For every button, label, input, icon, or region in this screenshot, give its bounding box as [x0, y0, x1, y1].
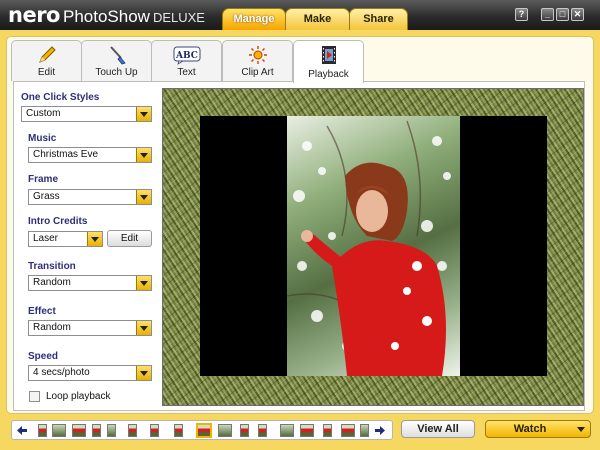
- product-name: PhotoShow: [62, 7, 150, 26]
- tool-tab-clip-art[interactable]: Clip Art: [222, 40, 293, 81]
- edition-name: DELUXE: [152, 10, 205, 25]
- preview-photo: [287, 116, 460, 376]
- one-click-styles-value: Custom: [26, 108, 61, 119]
- intro-credits-label: Intro Credits: [28, 216, 88, 227]
- transition-label: Transition: [28, 261, 76, 272]
- filmstrip-thumbnail[interactable]: [38, 424, 47, 437]
- arrow-right-icon[interactable]: [374, 424, 386, 437]
- app-logo: nero PhotoShow DELUXE: [8, 3, 205, 27]
- intro-credits-value: Laser: [33, 233, 59, 244]
- tool-tab-edit[interactable]: Edit: [11, 40, 82, 81]
- loop-playback-label: Loop playback: [46, 391, 111, 402]
- watch-button[interactable]: Watch: [485, 420, 591, 438]
- close-button[interactable]: ✕: [571, 8, 584, 21]
- tool-tab-label: Playback: [308, 69, 349, 80]
- sun-clipart-icon: [248, 46, 267, 64]
- watch-button-label: Watch: [513, 423, 547, 435]
- chevron-down-icon: [136, 321, 151, 335]
- chevron-down-icon: [136, 148, 151, 162]
- filmstrip-thumbnail[interactable]: [258, 424, 267, 437]
- tool-tab-label: Touch Up: [95, 67, 138, 78]
- one-click-styles-dropdown[interactable]: Custom: [21, 106, 152, 122]
- filmstrip-thumbnail[interactable]: [240, 424, 249, 437]
- minimize-button[interactable]: _: [541, 8, 554, 21]
- filmstrip-thumbnail-selected[interactable]: [196, 423, 212, 438]
- filmstrip[interactable]: [11, 420, 393, 440]
- brush-icon: [109, 46, 126, 65]
- filmstrip-thumbnail[interactable]: [300, 424, 314, 437]
- chevron-down-icon: [87, 232, 102, 246]
- svg-text:ABC: ABC: [175, 51, 198, 61]
- filmstrip-thumbnail[interactable]: [341, 424, 355, 437]
- tool-tab-text[interactable]: ABC Text: [151, 40, 222, 81]
- tab-manage[interactable]: Manage: [222, 8, 286, 30]
- tab-share[interactable]: Share: [349, 8, 408, 30]
- chevron-down-icon: [136, 190, 151, 204]
- filmstrip-thumbnail[interactable]: [280, 424, 294, 437]
- pencil-icon: [38, 46, 56, 63]
- restore-button[interactable]: □: [556, 8, 569, 21]
- effect-value: Random: [33, 322, 71, 333]
- abc-text-icon: ABC: [173, 46, 200, 65]
- chevron-down-icon: [136, 107, 151, 121]
- speed-label: Speed: [28, 351, 59, 362]
- filmstrip-thumbnail[interactable]: [218, 424, 232, 437]
- tool-tab-label: Edit: [37, 67, 56, 78]
- chevron-down-icon: [136, 276, 151, 290]
- filmstrip-thumbnail[interactable]: [128, 424, 137, 437]
- tool-tab-playback[interactable]: Playback: [293, 40, 364, 83]
- brand-name: nero: [8, 3, 60, 27]
- loop-playback-checkbox[interactable]: [29, 391, 40, 402]
- filmstrip-thumbnail[interactable]: [360, 424, 369, 437]
- music-dropdown[interactable]: Christmas Eve: [28, 147, 152, 163]
- intro-credits-dropdown[interactable]: Laser: [28, 231, 103, 247]
- help-button[interactable]: ?: [515, 8, 528, 21]
- filmstrip-thumbnail[interactable]: [72, 424, 86, 437]
- filmstrip-thumbnail[interactable]: [174, 424, 183, 437]
- chevron-down-icon[interactable]: [577, 427, 585, 432]
- effect-label: Effect: [28, 306, 56, 317]
- filmstrip-thumbnail[interactable]: [52, 424, 66, 437]
- transition-value: Random: [33, 277, 71, 288]
- tool-tab-label: Clip Art: [241, 67, 274, 78]
- title-bar: nero PhotoShow DELUXE Manage Make Share …: [0, 0, 600, 30]
- tool-tab-touch-up[interactable]: Touch Up: [81, 40, 152, 81]
- view-all-button[interactable]: View All: [401, 420, 475, 438]
- tab-make[interactable]: Make: [285, 8, 350, 30]
- frame-label: Frame: [28, 174, 59, 185]
- transition-dropdown[interactable]: Random: [28, 275, 152, 291]
- filmstrip-thumbnail[interactable]: [92, 424, 101, 437]
- effect-dropdown[interactable]: Random: [28, 320, 152, 336]
- music-label: Music: [28, 133, 57, 144]
- arrow-left-icon[interactable]: [16, 424, 28, 437]
- slideshow-preview: [162, 88, 584, 406]
- frame-dropdown[interactable]: Grass: [28, 189, 152, 205]
- chevron-down-icon: [136, 366, 151, 380]
- music-value: Christmas Eve: [33, 149, 99, 160]
- filmstrip-thumbnail[interactable]: [150, 424, 159, 437]
- frame-value: Grass: [33, 191, 60, 202]
- tool-tab-label: Text: [177, 67, 196, 78]
- filmstrip-thumbnail[interactable]: [107, 424, 116, 437]
- filmstrip-icon: [321, 46, 336, 64]
- speed-value: 4 secs/photo: [33, 367, 90, 378]
- speed-dropdown[interactable]: 4 secs/photo: [28, 365, 152, 381]
- woman-with-blossoms-image: [287, 120, 451, 376]
- one-click-styles-label: One Click Styles: [21, 92, 100, 103]
- intro-credits-edit-button[interactable]: Edit: [107, 230, 152, 247]
- filmstrip-thumbnail[interactable]: [323, 424, 332, 437]
